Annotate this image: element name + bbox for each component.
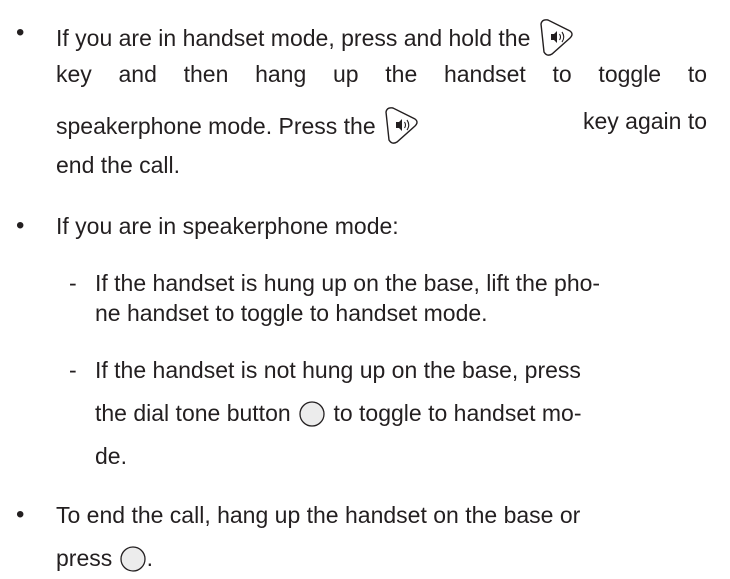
sub-item-2-line-3: de. xyxy=(95,443,127,469)
sub-item-2-line-2: the dial tone button to toggle to handse… xyxy=(95,400,582,430)
sub-item-2-dash: - xyxy=(69,357,77,383)
bullet-3: • xyxy=(16,501,25,528)
sub-item-1-dash: - xyxy=(69,270,77,296)
speaker-key-icon xyxy=(382,105,420,145)
item-1-line-1-text: If you are in handset mode, press and ho… xyxy=(56,25,531,52)
item-1-line-2: key and then hang up the handset to togg… xyxy=(56,61,707,87)
sub-item-1-line-1: If the handset is hung up on the base, l… xyxy=(95,270,601,296)
item-2-text: If you are in speakerphone mode: xyxy=(56,213,399,239)
sub-item-2-line-2-text-b: to toggle to handset mo- xyxy=(333,400,582,427)
bullet-2: • xyxy=(16,212,25,239)
sub-item-2-line-1: If the handset is not hung up on the bas… xyxy=(95,357,581,383)
item-1-line-1: If you are in handset mode, press and ho… xyxy=(56,17,706,60)
sub-item-2-line-2-text-a: the dial tone button xyxy=(95,400,291,427)
speaker-key-icon xyxy=(537,17,575,57)
item-3-line-2: press . xyxy=(56,545,153,575)
item-3-line-2-text: press xyxy=(56,545,113,572)
bullet-1: • xyxy=(16,19,25,46)
item-1-line-3: speakerphone mode. Press the key again t… xyxy=(56,105,707,148)
dial-tone-button-icon xyxy=(119,544,147,574)
item-1-line-3-text-b: key again to xyxy=(582,108,707,134)
item-1-line-4: end the call. xyxy=(56,152,181,178)
item-3-line-2-period: . xyxy=(146,545,154,572)
item-3-line-1: To end the call, hang up the handset on … xyxy=(56,502,581,528)
sub-item-1-line-2: ne handset to toggle to handset mode. xyxy=(95,300,488,326)
dial-tone-button-icon xyxy=(297,399,327,429)
item-1-line-3-text-a: speakerphone mode. Press the xyxy=(56,113,376,140)
